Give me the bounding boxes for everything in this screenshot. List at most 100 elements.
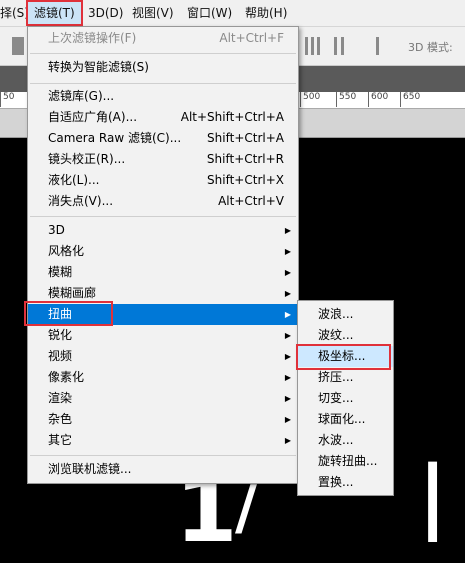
align-icon[interactable] bbox=[311, 37, 314, 55]
distort-submenu: 波浪... 波纹... 极坐标... 挤压... 切变... 球面化... 水波… bbox=[297, 300, 394, 496]
submenu-arrow-icon: ▶ bbox=[284, 289, 291, 298]
submenu-noise[interactable]: 杂色 ▶ bbox=[28, 409, 298, 430]
menu-item-convert-smart-filter[interactable]: 转换为智能滤镜(S) bbox=[28, 57, 298, 78]
submenu-blur[interactable]: 模糊 ▶ bbox=[28, 262, 298, 283]
submenu-item-shear[interactable]: 切变... bbox=[298, 388, 393, 409]
menu-divider bbox=[30, 83, 296, 84]
menu-item-last-filter: 上次滤镜操作(F) Alt+Ctrl+F bbox=[28, 28, 298, 49]
menu-item-camera-raw[interactable]: Camera Raw 滤镜(C)... Shift+Ctrl+A bbox=[28, 128, 298, 149]
submenu-arrow-icon: ▶ bbox=[284, 226, 291, 235]
submenu-arrow-icon: ▶ bbox=[284, 436, 291, 445]
submenu-item-zigzag[interactable]: 水波... bbox=[298, 430, 393, 451]
menu-item-label: 镜头校正(R)... bbox=[48, 152, 126, 166]
distribute-icon[interactable] bbox=[376, 37, 379, 55]
menu-item-label: 滤镜库(G)... bbox=[48, 89, 115, 103]
distribute-icon[interactable] bbox=[341, 37, 344, 55]
submenu-arrow-icon: ▶ bbox=[284, 373, 291, 382]
submenu-pixelate[interactable]: 像素化 ▶ bbox=[28, 367, 298, 388]
align-icon[interactable] bbox=[305, 37, 308, 55]
submenu-arrow-icon: ▶ bbox=[284, 352, 291, 361]
menu-item-label: 浏览联机滤镜... bbox=[48, 462, 132, 476]
menu-item-label: 其它 bbox=[48, 433, 73, 447]
submenu-arrow-icon: ▶ bbox=[284, 415, 291, 424]
menu-item-label: 视频 bbox=[48, 349, 73, 363]
submenu-item-displace[interactable]: 置换... bbox=[298, 472, 393, 493]
menu-item-label: 模糊画廊 bbox=[48, 286, 97, 300]
ruler-tick: 600 bbox=[368, 92, 388, 107]
submenu-arrow-icon: ▶ bbox=[284, 247, 291, 256]
submenu-distort[interactable]: 扭曲 ▶ bbox=[28, 304, 298, 325]
menu-item-lens-correction[interactable]: 镜头校正(R)... Shift+Ctrl+R bbox=[28, 149, 298, 170]
menu-select[interactable]: 择(S) bbox=[0, 0, 29, 26]
menu-window[interactable]: 窗口(W) bbox=[187, 0, 232, 26]
shortcut-label: Alt+Shift+Ctrl+A bbox=[180, 110, 284, 124]
ruler-tick: 50 bbox=[0, 92, 14, 107]
ruler-tick: 550 bbox=[336, 92, 356, 107]
filter-menu: 上次滤镜操作(F) Alt+Ctrl+F 转换为智能滤镜(S) 滤镜库(G)..… bbox=[27, 26, 299, 484]
menu-item-label: Camera Raw 滤镜(C)... bbox=[48, 131, 182, 145]
menu-item-label: 渲染 bbox=[48, 391, 73, 405]
ruler-tick: 650 bbox=[400, 92, 420, 107]
canvas-text: / bbox=[235, 473, 257, 543]
menu-item-label: 锐化 bbox=[48, 328, 73, 342]
menu-item-label: 扭曲 bbox=[48, 307, 73, 321]
submenu-other[interactable]: 其它 ▶ bbox=[28, 430, 298, 451]
shortcut-label: Alt+Ctrl+V bbox=[218, 194, 284, 208]
submenu-item-ripple[interactable]: 波纹... bbox=[298, 325, 393, 346]
submenu-video[interactable]: 视频 ▶ bbox=[28, 346, 298, 367]
menu-item-browse-online-filters[interactable]: 浏览联机滤镜... bbox=[28, 459, 298, 480]
submenu-arrow-icon: ▶ bbox=[284, 310, 291, 319]
ruler-tick: 500 bbox=[300, 92, 320, 107]
submenu-arrow-icon: ▶ bbox=[284, 331, 291, 340]
menu-item-label: 杂色 bbox=[48, 412, 73, 426]
tool-preset-icon[interactable] bbox=[12, 37, 24, 55]
menu-item-liquify[interactable]: 液化(L)... Shift+Ctrl+X bbox=[28, 170, 298, 191]
distribute-icon[interactable] bbox=[334, 37, 337, 55]
submenu-item-wave[interactable]: 波浪... bbox=[298, 304, 393, 325]
submenu-arrow-icon: ▶ bbox=[284, 268, 291, 277]
canvas-text: | bbox=[418, 449, 448, 542]
menu-item-label: 切变... bbox=[318, 391, 354, 405]
shortcut-label: Shift+Ctrl+A bbox=[207, 131, 284, 145]
menu-item-label: 波浪... bbox=[318, 307, 354, 321]
submenu-blur-gallery[interactable]: 模糊画廊 ▶ bbox=[28, 283, 298, 304]
menu-view[interactable]: 视图(V) bbox=[132, 0, 174, 26]
menu-item-label: 挤压... bbox=[318, 370, 354, 384]
menu-item-label: 水波... bbox=[318, 433, 354, 447]
menu-help[interactable]: 帮助(H) bbox=[245, 0, 287, 26]
menu-divider bbox=[30, 216, 296, 217]
shortcut-label: Alt+Ctrl+F bbox=[219, 31, 284, 45]
menu-item-vanishing-point[interactable]: 消失点(V)... Alt+Ctrl+V bbox=[28, 191, 298, 212]
menu-item-label: 自适应广角(A)... bbox=[48, 110, 138, 124]
submenu-3d[interactable]: 3D ▶ bbox=[28, 220, 298, 241]
submenu-sharpen[interactable]: 锐化 ▶ bbox=[28, 325, 298, 346]
submenu-stylize[interactable]: 风格化 ▶ bbox=[28, 241, 298, 262]
menu-item-label: 液化(L)... bbox=[48, 173, 100, 187]
menu-item-label: 消失点(V)... bbox=[48, 194, 114, 208]
menu-item-label: 球面化... bbox=[318, 412, 366, 426]
submenu-item-twirl[interactable]: 旋转扭曲... bbox=[298, 451, 393, 472]
menu-item-adaptive-wide-angle[interactable]: 自适应广角(A)... Alt+Shift+Ctrl+A bbox=[28, 107, 298, 128]
submenu-item-pinch[interactable]: 挤压... bbox=[298, 367, 393, 388]
3d-mode-label: 3D 模式: bbox=[408, 41, 453, 54]
menu-item-label: 波纹... bbox=[318, 328, 354, 342]
menu-item-label: 转换为智能滤镜(S) bbox=[48, 60, 149, 74]
submenu-item-spherize[interactable]: 球面化... bbox=[298, 409, 393, 430]
shortcut-label: Shift+Ctrl+R bbox=[206, 152, 284, 166]
menu-item-label: 风格化 bbox=[48, 244, 85, 258]
menu-bar: 择(S) 滤镜(T) 3D(D) 视图(V) 窗口(W) 帮助(H) bbox=[0, 0, 465, 27]
shortcut-label: Shift+Ctrl+X bbox=[207, 173, 284, 187]
submenu-arrow-icon: ▶ bbox=[284, 394, 291, 403]
submenu-render[interactable]: 渲染 ▶ bbox=[28, 388, 298, 409]
menu-3d[interactable]: 3D(D) bbox=[88, 0, 123, 26]
align-icon[interactable] bbox=[317, 37, 320, 55]
menu-filter[interactable]: 滤镜(T) bbox=[26, 0, 83, 26]
submenu-item-polar-coordinates[interactable]: 极坐标... bbox=[298, 346, 393, 367]
menu-item-label: 旋转扭曲... bbox=[318, 454, 378, 468]
menu-item-label: 3D bbox=[48, 223, 65, 237]
menu-item-label: 置换... bbox=[318, 475, 354, 489]
menu-item-filter-gallery[interactable]: 滤镜库(G)... bbox=[28, 86, 298, 107]
menu-item-label: 上次滤镜操作(F) bbox=[48, 31, 137, 45]
menu-divider bbox=[30, 455, 296, 456]
menu-item-label: 像素化 bbox=[48, 370, 85, 384]
